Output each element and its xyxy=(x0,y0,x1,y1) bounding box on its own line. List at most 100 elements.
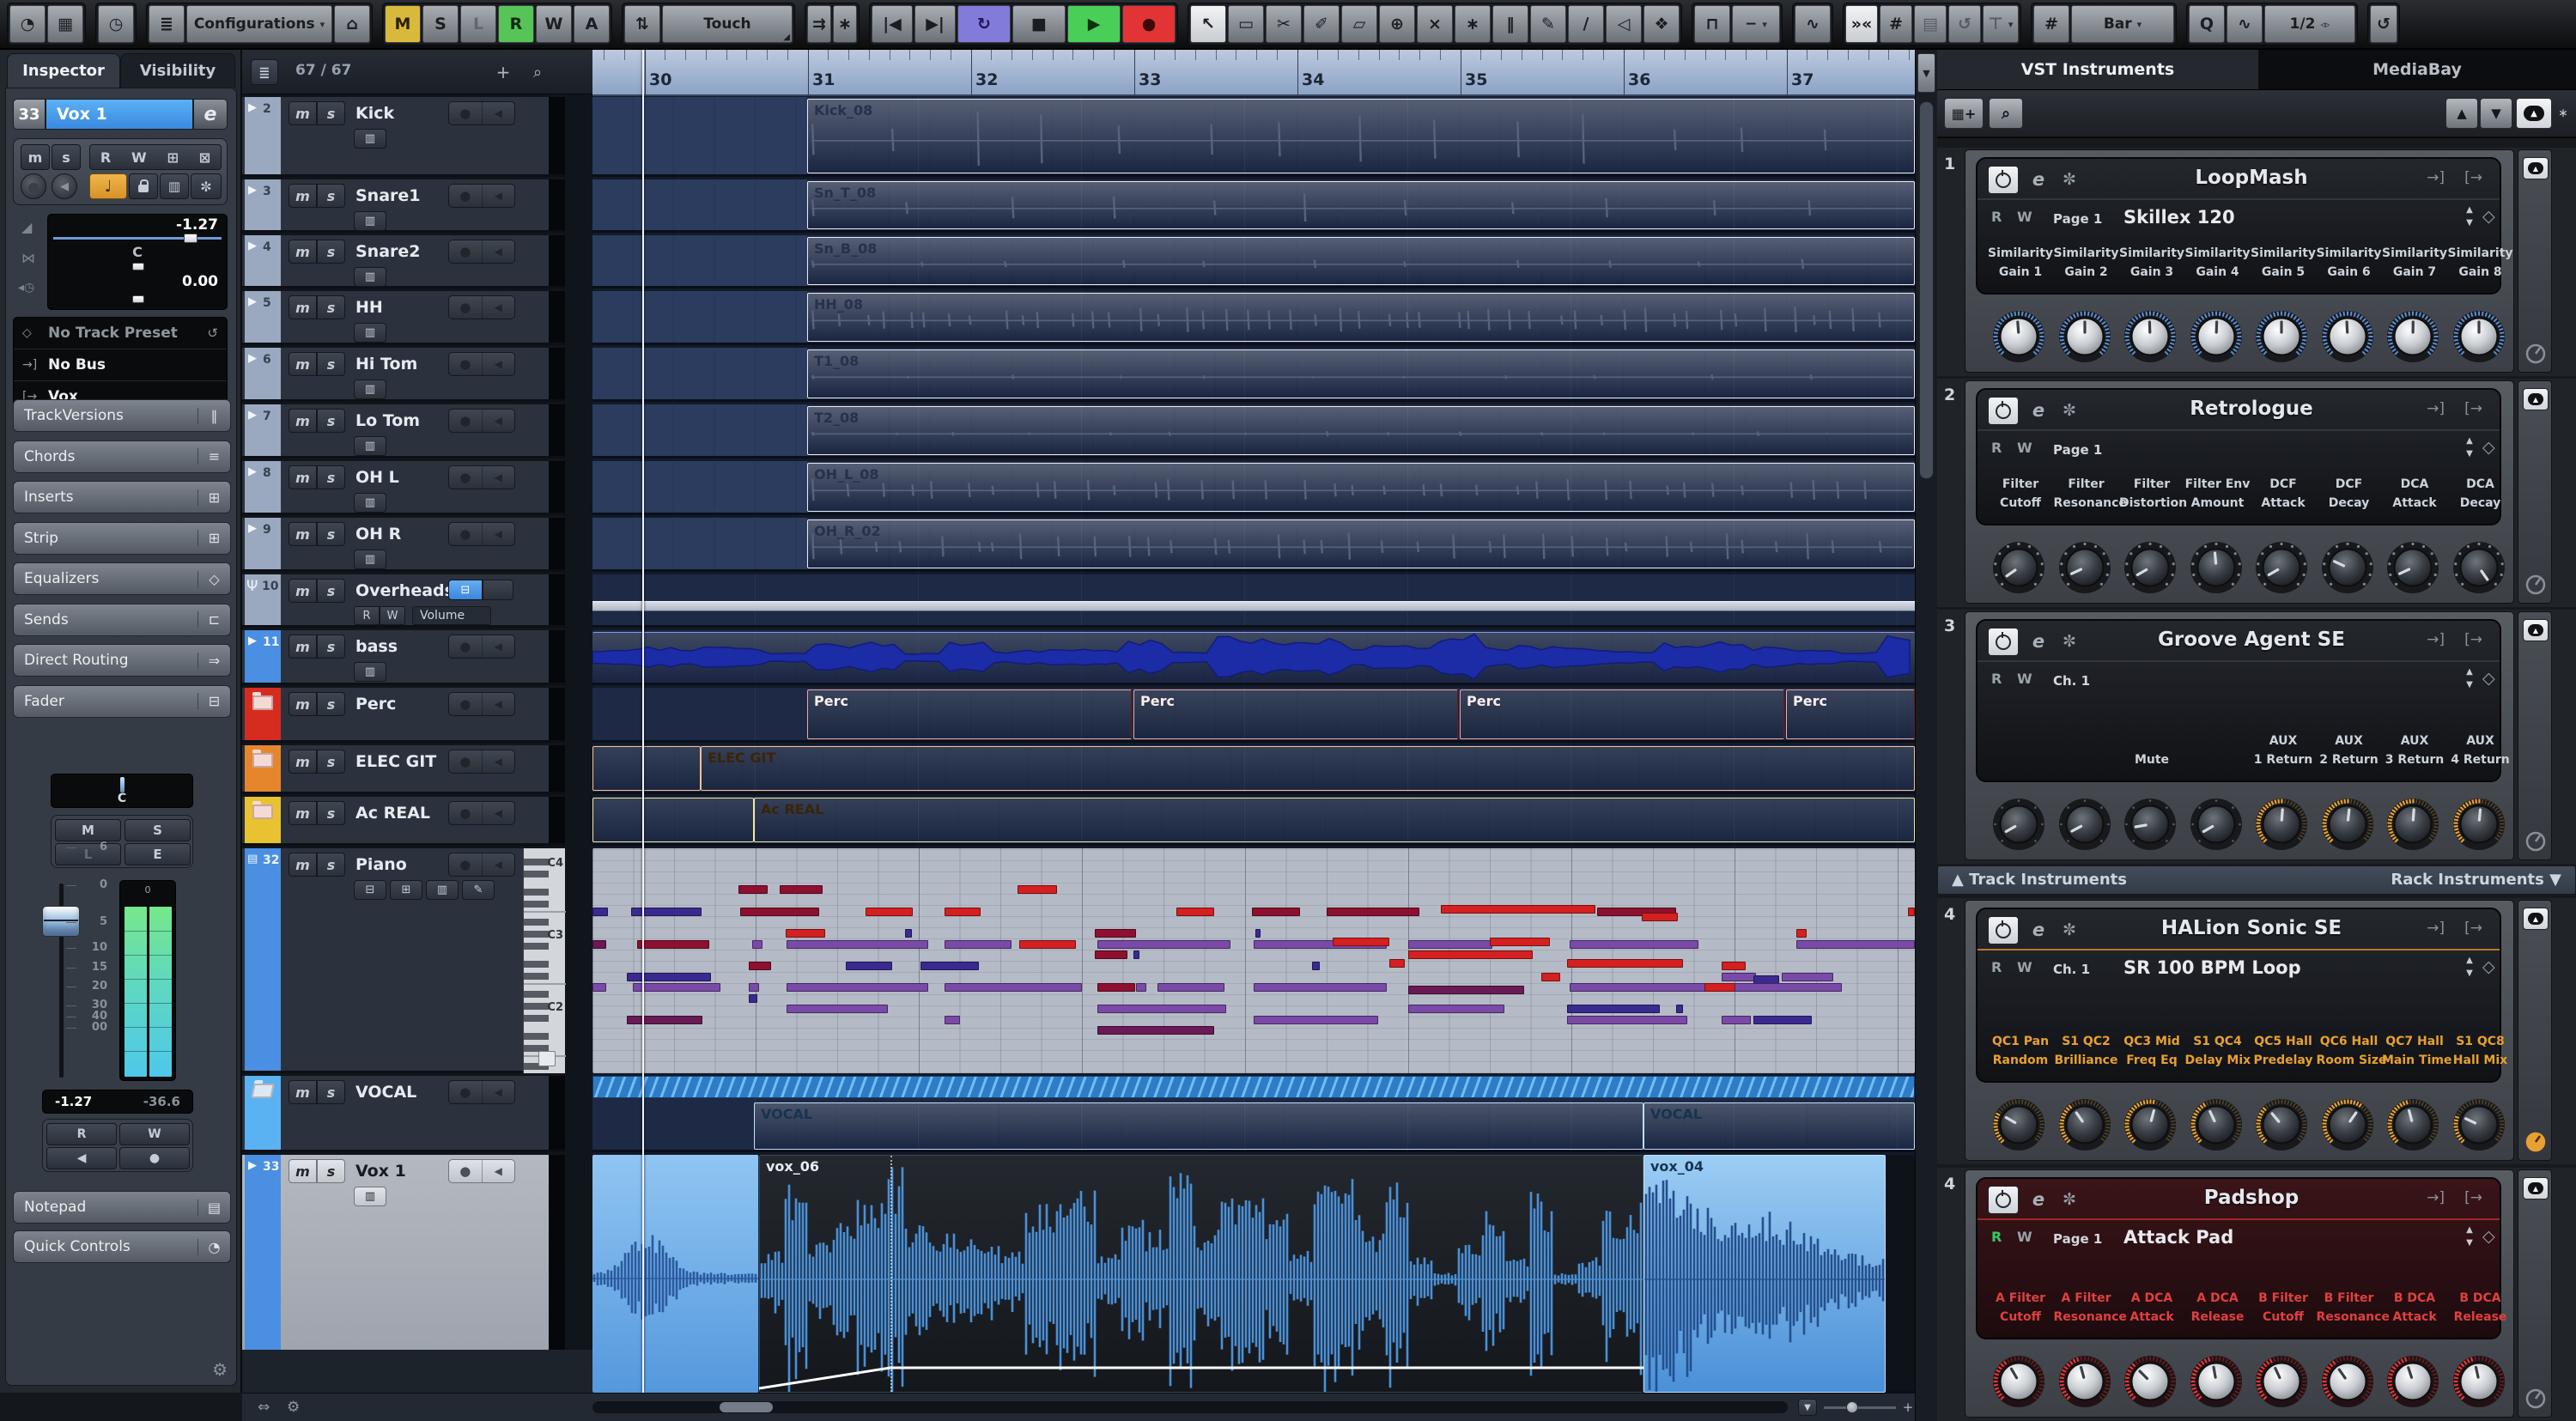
fader-write-button[interactable]: W xyxy=(119,1123,190,1145)
track-lanes-button[interactable]: ▥ xyxy=(354,436,386,456)
monitor-button[interactable]: ◀ xyxy=(52,173,77,199)
audio-event[interactable] xyxy=(592,746,701,791)
mute-button[interactable]: m xyxy=(21,144,50,170)
audio-event[interactable]: Kick_08 xyxy=(807,99,1915,173)
instrument-power-button[interactable] xyxy=(1988,166,2019,194)
track-name-field[interactable]: Vox 1 xyxy=(46,99,193,130)
track-mute-button[interactable]: m xyxy=(289,184,317,208)
instrument-edit-button[interactable]: e xyxy=(2026,918,2051,942)
group-read-button[interactable]: R xyxy=(354,606,380,625)
spinner-up-icon[interactable]: ▲ xyxy=(2464,205,2476,215)
knob-unnamed[interactable] xyxy=(1991,797,2046,852)
go-previous-marker-button[interactable]: |◀ xyxy=(872,5,913,43)
audio-event[interactable]: Sn_B_08 xyxy=(807,237,1915,285)
zoom-preset-button[interactable]: ▼ xyxy=(1798,1399,1817,1416)
inspector-settings-gear[interactable]: ⚙ xyxy=(212,1359,228,1380)
track-color-strip[interactable] xyxy=(245,688,281,740)
track-mute-button[interactable]: m xyxy=(289,1159,317,1183)
autoscroll-button[interactable]: ⇉ xyxy=(807,5,831,43)
lock-button[interactable] xyxy=(129,173,158,199)
track-solo-button[interactable]: s xyxy=(317,801,345,825)
rack-preset-spinner[interactable]: ▲ ▼ xyxy=(2464,436,2476,464)
track-lanes-button[interactable]: ▥ xyxy=(354,323,386,343)
knob-aux-1-return[interactable] xyxy=(2254,797,2309,852)
tool-object-selection[interactable]: ↖ xyxy=(1190,5,1226,43)
go-next-marker-button[interactable]: ▶| xyxy=(914,5,956,43)
track-lanes-button[interactable]: ▥ xyxy=(354,662,386,682)
group-write-button[interactable]: W xyxy=(380,606,405,625)
track-solo-button[interactable]: s xyxy=(317,101,345,125)
grid-relative-icon[interactable]: ▤ xyxy=(1914,5,1947,43)
audio-event[interactable]: T2_08 xyxy=(807,406,1915,455)
knob-dcf-attack[interactable] xyxy=(2254,540,2309,595)
knob-a-dca-attack[interactable] xyxy=(2123,1354,2178,1409)
add-instrument-button[interactable]: ▦+ xyxy=(1944,98,1984,129)
pan-handle[interactable] xyxy=(132,263,144,270)
automation-mode-select[interactable]: Touch ◢ xyxy=(662,5,793,43)
audio-event[interactable]: vox_04 xyxy=(1643,1155,1886,1393)
track-record-button[interactable]: ● xyxy=(449,185,482,207)
knob-similarity-gain-5[interactable] xyxy=(2254,309,2309,364)
track-solo-button[interactable]: s xyxy=(317,853,345,877)
rack-collapse-button[interactable]: ▲ xyxy=(2523,1177,2549,1199)
quantize-preset-select[interactable]: 1/2 ◃▹ xyxy=(2264,5,2355,43)
rack-read-button[interactable]: R xyxy=(1991,440,2002,456)
rack-preset-diamond-icon[interactable]: ◇ xyxy=(2482,438,2495,457)
audio-event[interactable] xyxy=(592,798,754,842)
instrument-freeze-button[interactable]: ✼ xyxy=(2057,1187,2082,1211)
audio-event[interactable]: ELEC GIT xyxy=(701,746,1915,791)
track-monitor-button[interactable]: ◀ xyxy=(481,296,515,319)
instrument-input-icon[interactable]: →] xyxy=(2427,631,2445,648)
track-lanes-button[interactable]: ▥ xyxy=(354,267,386,287)
rack-preset-diamond-icon[interactable]: ◇ xyxy=(2482,957,2495,976)
tool-mute[interactable]: × xyxy=(1417,5,1453,43)
audio-event[interactable]: OH_R_02 xyxy=(807,519,1915,568)
track-row[interactable]: m s ELEC GIT ● ◀ xyxy=(242,745,565,794)
input-routing-row[interactable]: →] No Bus xyxy=(14,349,227,381)
audio-event[interactable]: Perc xyxy=(1133,689,1458,739)
midi-part[interactable] xyxy=(592,848,1915,1073)
section-trackversions[interactable]: TrackVersions ∥ xyxy=(13,399,231,432)
track-monitor-button[interactable]: ◀ xyxy=(481,102,515,124)
knob-a-dca-release[interactable] xyxy=(2189,1354,2244,1409)
rack-preset-name[interactable]: SR 100 BPM Loop xyxy=(2123,957,2301,978)
rack-write-button[interactable]: W xyxy=(2017,209,2032,225)
tool-color[interactable]: ❖ xyxy=(1643,5,1680,43)
knob-b-filter-resonance[interactable] xyxy=(2320,1354,2375,1409)
tool-erase[interactable]: ▱ xyxy=(1341,5,1377,43)
mute-all-button[interactable]: M xyxy=(385,5,421,43)
instrument-power-button[interactable] xyxy=(1988,397,2019,425)
knob-similarity-gain-3[interactable] xyxy=(2123,309,2178,364)
knob-similarity-gain-6[interactable] xyxy=(2320,309,2375,364)
track-row[interactable]: ▶ 4 m s Snare2 ● ◀ ▥ xyxy=(242,235,565,288)
track-color-strip[interactable]: ▶ 7 xyxy=(245,404,281,456)
section-strip[interactable]: Strip ⊞ xyxy=(13,521,231,555)
fader-mute-button[interactable]: M xyxy=(55,819,121,841)
track-row[interactable]: ▶ 2 m s Kick ● ◀ ▥ xyxy=(242,97,565,177)
rack-read-button[interactable]: R xyxy=(1991,1229,2002,1245)
collapse-all-button[interactable]: ▲ xyxy=(2516,98,2552,129)
knob-dca-decay[interactable] xyxy=(2451,540,2506,595)
fader-monitor-button[interactable]: ◀ xyxy=(46,1147,117,1169)
instrument-freeze-button[interactable]: ✼ xyxy=(2057,629,2082,653)
rack-read-button[interactable]: R xyxy=(1991,671,2002,687)
audio-event-selected[interactable]: vox_06 xyxy=(759,1155,1643,1393)
bypass-icon[interactable]: ⊠ xyxy=(199,149,210,166)
record-enable-button[interactable]: ● xyxy=(21,173,46,199)
input-curve-icon[interactable]: ∿ xyxy=(1795,5,1831,43)
step-input-icon[interactable]: ⊓ xyxy=(1694,5,1730,43)
spinner-up-icon[interactable]: ▲ xyxy=(2464,956,2476,965)
instrument-freeze-button[interactable]: ✼ xyxy=(2057,398,2082,422)
track-solo-button[interactable]: s xyxy=(317,295,345,319)
cycle-button[interactable]: ↻ xyxy=(957,5,1011,43)
snap-star-button[interactable]: ∗ xyxy=(833,5,857,43)
track-solo-button[interactable]: s xyxy=(317,579,345,603)
track-color-strip[interactable]: ▶ 8 xyxy=(245,461,281,513)
fit-zoom-icon[interactable]: ⇔ xyxy=(258,1399,270,1416)
add-track-button[interactable]: + xyxy=(491,60,515,84)
configurations-select[interactable]: Configurations ▾ xyxy=(186,5,332,43)
track-solo-button[interactable]: s xyxy=(317,1080,345,1104)
knob-b-dca-release[interactable] xyxy=(2451,1354,2506,1409)
knob-similarity-gain-7[interactable] xyxy=(2385,309,2440,364)
track-row[interactable]: ▶ 5 m s HH ● ◀ ▥ xyxy=(242,291,565,345)
